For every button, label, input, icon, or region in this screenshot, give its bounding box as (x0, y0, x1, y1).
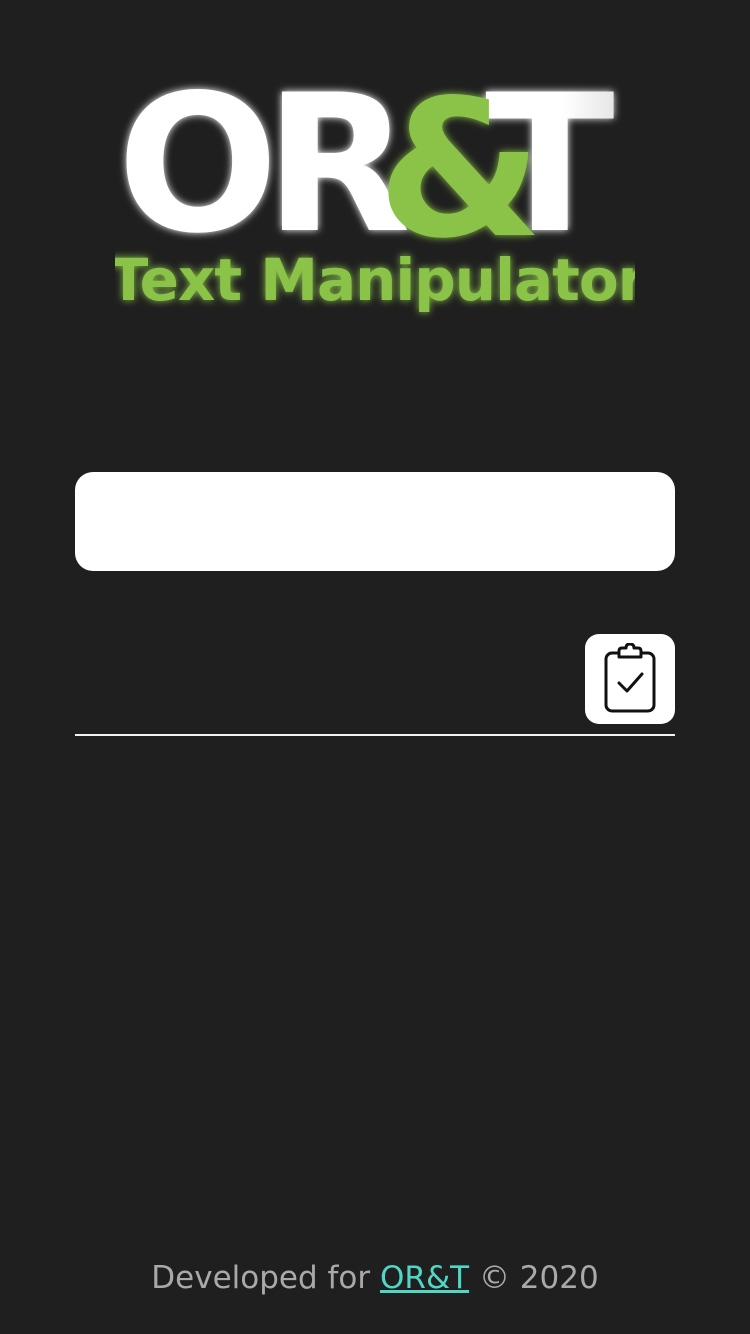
output-row (75, 634, 675, 736)
footer-copyright: © 2020 (478, 1260, 599, 1296)
footer-ort-link[interactable]: OR&T (380, 1260, 469, 1296)
logo-subtitle: Text Manipulator (115, 246, 635, 314)
footer-prefix: Developed for (151, 1260, 371, 1296)
app-page: OR T & Text Manipulator Developed for OR… (0, 0, 750, 1334)
text-input-field[interactable] (75, 472, 675, 571)
clipboard-check-icon (604, 643, 656, 713)
ort-logo-graphic: OR T & Text Manipulator (115, 80, 635, 314)
ort-logo: OR T & Text Manipulator (0, 80, 750, 320)
footer: Developed for OR&T © 2020 (0, 1260, 750, 1296)
output-text (75, 634, 565, 724)
copy-to-clipboard-button[interactable] (585, 634, 675, 724)
